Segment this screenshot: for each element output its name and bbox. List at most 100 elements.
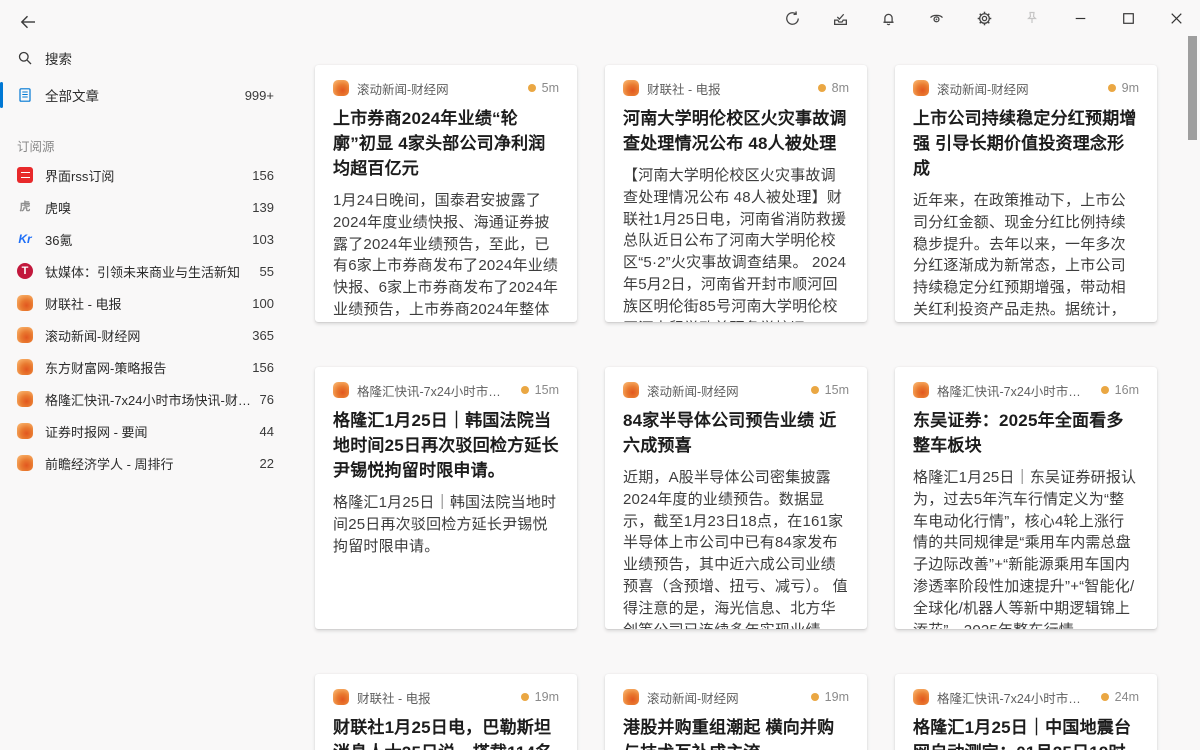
feed-name: 格隆汇快讯-7x24小时市场快讯-财经... xyxy=(45,390,252,409)
article-title: 东吴证券：2025年全面看多整车板块 xyxy=(913,408,1139,458)
feed-count: 103 xyxy=(252,232,274,247)
feed-name: 界面rss订阅 xyxy=(45,166,244,185)
unread-dot xyxy=(521,693,529,701)
minimize-icon[interactable] xyxy=(1056,0,1104,36)
sidebar-item-feed[interactable]: 虎 虎嗅 139 xyxy=(0,191,292,223)
feed-count: 22 xyxy=(260,456,274,471)
back-button[interactable] xyxy=(16,10,40,34)
article-excerpt: 【河南大学明伦校区火灾事故调查处理情况公布 48人被处理】财联社1月25日电，河… xyxy=(623,165,849,322)
sidebar-item-feed[interactable]: 前瞻经济学人 - 周排行 22 xyxy=(0,447,292,479)
huxiu-favicon: 虎 xyxy=(16,198,34,216)
article-time: 15m xyxy=(825,383,849,397)
all-articles-count: 999+ xyxy=(245,88,274,103)
unread-only-eye-icon[interactable] xyxy=(912,0,960,36)
all-articles-icon xyxy=(16,86,34,104)
sidebar-item-feed[interactable]: 界面rss订阅 156 xyxy=(0,159,292,191)
feed-name: 虎嗅 xyxy=(45,198,244,217)
sidebar-item-feed[interactable]: 财联社 - 电报 100 xyxy=(0,287,292,319)
article-card[interactable]: 滚动新闻-财经网 19m 港股并购重组潮起 横向并购与技术互补成主流 xyxy=(605,674,867,750)
article-card[interactable]: 财联社 - 电报 8m 河南大学明伦校区火灾事故调查处理情况公布 48人被处理 … xyxy=(605,65,867,322)
titlebar-actions xyxy=(768,0,1200,36)
search-icon xyxy=(16,49,34,67)
feed-count: 55 xyxy=(260,264,274,279)
article-title: 格隆汇1月25日｜中国地震台网自动测定：01月25日19时49分在 xyxy=(913,715,1139,750)
selected-indicator xyxy=(0,82,3,108)
default-orange-favicon xyxy=(16,358,34,376)
article-card[interactable]: 格隆汇快讯-7x24小时市场快讯... 16m 东吴证券：2025年全面看多整车… xyxy=(895,367,1157,629)
article-excerpt: 格隆汇1月25日｜东吴证券研报认为，过去5年汽车行情定义为“整车电动化行情”，核… xyxy=(913,467,1139,629)
sidebar-item-feed[interactable]: Kr 36氪 103 xyxy=(0,223,292,255)
app-window: 搜索 全部文章 999+ 订阅源 界面rss订阅 156 虎 虎嗅 139 xyxy=(0,0,1200,750)
settings-icon[interactable] xyxy=(960,0,1008,36)
article-card[interactable]: 格隆汇快讯-7x24小时市场快讯... 15m 格隆汇1月25日｜韩国法院当地时… xyxy=(315,367,577,629)
unread-dot xyxy=(1101,693,1109,701)
article-source: 滚动新闻-财经网 xyxy=(937,79,1100,98)
sidebar-item-all-articles[interactable]: 全部文章 999+ xyxy=(0,76,292,114)
36kr-favicon: Kr xyxy=(16,230,34,248)
feed-count: 100 xyxy=(252,296,274,311)
feed-name: 证券时报网 - 要闻 xyxy=(45,422,252,441)
article-grid: 滚动新闻-财经网 5m 上市券商2024年业绩“轮廓”初显 4家头部公司净利润均… xyxy=(300,36,1200,750)
feed-count: 156 xyxy=(252,168,274,183)
refresh-icon[interactable] xyxy=(768,0,816,36)
article-excerpt: 近年来，在政策推动下，上市公司分红金额、现金分红比例持续稳步提升。去年以来，一年… xyxy=(913,190,1139,322)
close-icon[interactable] xyxy=(1152,0,1200,36)
article-title: 上市券商2024年业绩“轮廓”初显 4家头部公司净利润均超百亿元 xyxy=(333,106,559,181)
unread-dot xyxy=(811,386,819,394)
notifications-icon[interactable] xyxy=(864,0,912,36)
article-source: 财联社 - 电报 xyxy=(357,688,513,707)
source-favicon xyxy=(623,689,639,705)
source-favicon xyxy=(333,382,349,398)
article-time: 19m xyxy=(535,690,559,704)
pin-icon[interactable] xyxy=(1008,0,1056,36)
source-favicon xyxy=(913,689,929,705)
feed-name: 钛媒体：引领未来商业与生活新知 xyxy=(45,262,252,281)
article-title: 格隆汇1月25日｜韩国法院当地时间25日再次驳回检方延长尹锡悦拘留时限申请。 xyxy=(333,408,559,483)
sidebar-item-feed[interactable]: 证券时报网 - 要闻 44 xyxy=(0,415,292,447)
unread-dot xyxy=(521,386,529,394)
feed-count: 44 xyxy=(260,424,274,439)
default-orange-favicon xyxy=(16,326,34,344)
scrollbar-thumb[interactable] xyxy=(1188,36,1197,140)
tmtpost-favicon: T xyxy=(16,262,34,280)
search-row[interactable]: 搜索 xyxy=(0,42,292,74)
article-title: 港股并购重组潮起 横向并购与技术互补成主流 xyxy=(623,715,849,750)
subscriptions-header: 订阅源 xyxy=(17,136,292,155)
default-orange-favicon xyxy=(16,422,34,440)
sidebar-item-feed[interactable]: T 钛媒体：引领未来商业与生活新知 55 xyxy=(0,255,292,287)
article-card[interactable]: 滚动新闻-财经网 15m 84家半导体公司预告业绩 近六成预喜 近期，A股半导体… xyxy=(605,367,867,629)
article-time: 16m xyxy=(1115,383,1139,397)
article-card[interactable]: 滚动新闻-财经网 9m 上市公司持续稳定分红预期增强 引导长期价值投资理念形成 … xyxy=(895,65,1157,322)
unread-dot xyxy=(818,84,826,92)
sidebar-item-feed[interactable]: 滚动新闻-财经网 365 xyxy=(0,319,292,351)
sidebar-item-feed[interactable]: 格隆汇快讯-7x24小时市场快讯-财经... 76 xyxy=(0,383,292,415)
unread-dot xyxy=(811,693,819,701)
all-articles-label: 全部文章 xyxy=(45,85,237,105)
article-time: 19m xyxy=(825,690,849,704)
article-source: 滚动新闻-财经网 xyxy=(647,688,803,707)
sidebar-item-feed[interactable]: 东方财富网-策略报告 156 xyxy=(0,351,292,383)
sidebar: 搜索 全部文章 999+ 订阅源 界面rss订阅 156 虎 虎嗅 139 xyxy=(0,0,292,750)
article-source: 滚动新闻-财经网 xyxy=(357,79,520,98)
article-card[interactable]: 财联社 - 电报 19m 财联社1月25日电，巴勒斯坦消息人士25日说，搭载11… xyxy=(315,674,577,750)
feed-count: 139 xyxy=(252,200,274,215)
article-source: 滚动新闻-财经网 xyxy=(647,381,803,400)
mark-all-read-icon[interactable] xyxy=(816,0,864,36)
feed-name: 36氪 xyxy=(45,230,244,249)
article-title: 河南大学明伦校区火灾事故调查处理情况公布 48人被处理 xyxy=(623,106,849,156)
article-source: 格隆汇快讯-7x24小时市场快讯... xyxy=(937,381,1093,400)
scrollbar-track[interactable] xyxy=(1186,36,1200,750)
article-source: 格隆汇快讯-7x24小时市场快讯... xyxy=(937,688,1093,707)
article-card[interactable]: 格隆汇快讯-7x24小时市场快讯... 24m 格隆汇1月25日｜中国地震台网自… xyxy=(895,674,1157,750)
article-time: 24m xyxy=(1115,690,1139,704)
maximize-icon[interactable] xyxy=(1104,0,1152,36)
article-excerpt: 1月24日晚间，国泰君安披露了2024年度业绩快报、海通证券披露了2024年业绩… xyxy=(333,190,559,322)
article-title: 财联社1月25日电，巴勒斯坦消息人士25日说，搭载114名获释巴 xyxy=(333,715,559,750)
default-orange-favicon xyxy=(16,390,34,408)
feed-count: 76 xyxy=(260,392,274,407)
article-card[interactable]: 滚动新闻-财经网 5m 上市券商2024年业绩“轮廓”初显 4家头部公司净利润均… xyxy=(315,65,577,322)
feed-name: 滚动新闻-财经网 xyxy=(45,326,244,345)
article-excerpt: 格隆汇1月25日｜韩国法院当地时间25日再次驳回检方延长尹锡悦拘留时限申请。 xyxy=(333,492,559,557)
article-time: 15m xyxy=(535,383,559,397)
article-title: 上市公司持续稳定分红预期增强 引导长期价值投资理念形成 xyxy=(913,106,1139,181)
